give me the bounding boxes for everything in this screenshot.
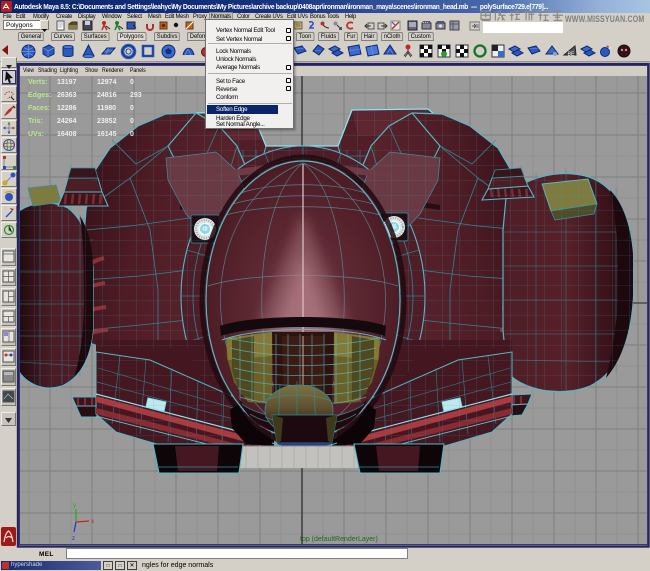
- svg-text:y: y: [73, 503, 76, 509]
- svg-text:x: x: [91, 519, 94, 525]
- svg-text:z: z: [72, 536, 75, 542]
- svg-text:top (defaultRenderLayer): top (defaultRenderLayer): [300, 536, 378, 543]
